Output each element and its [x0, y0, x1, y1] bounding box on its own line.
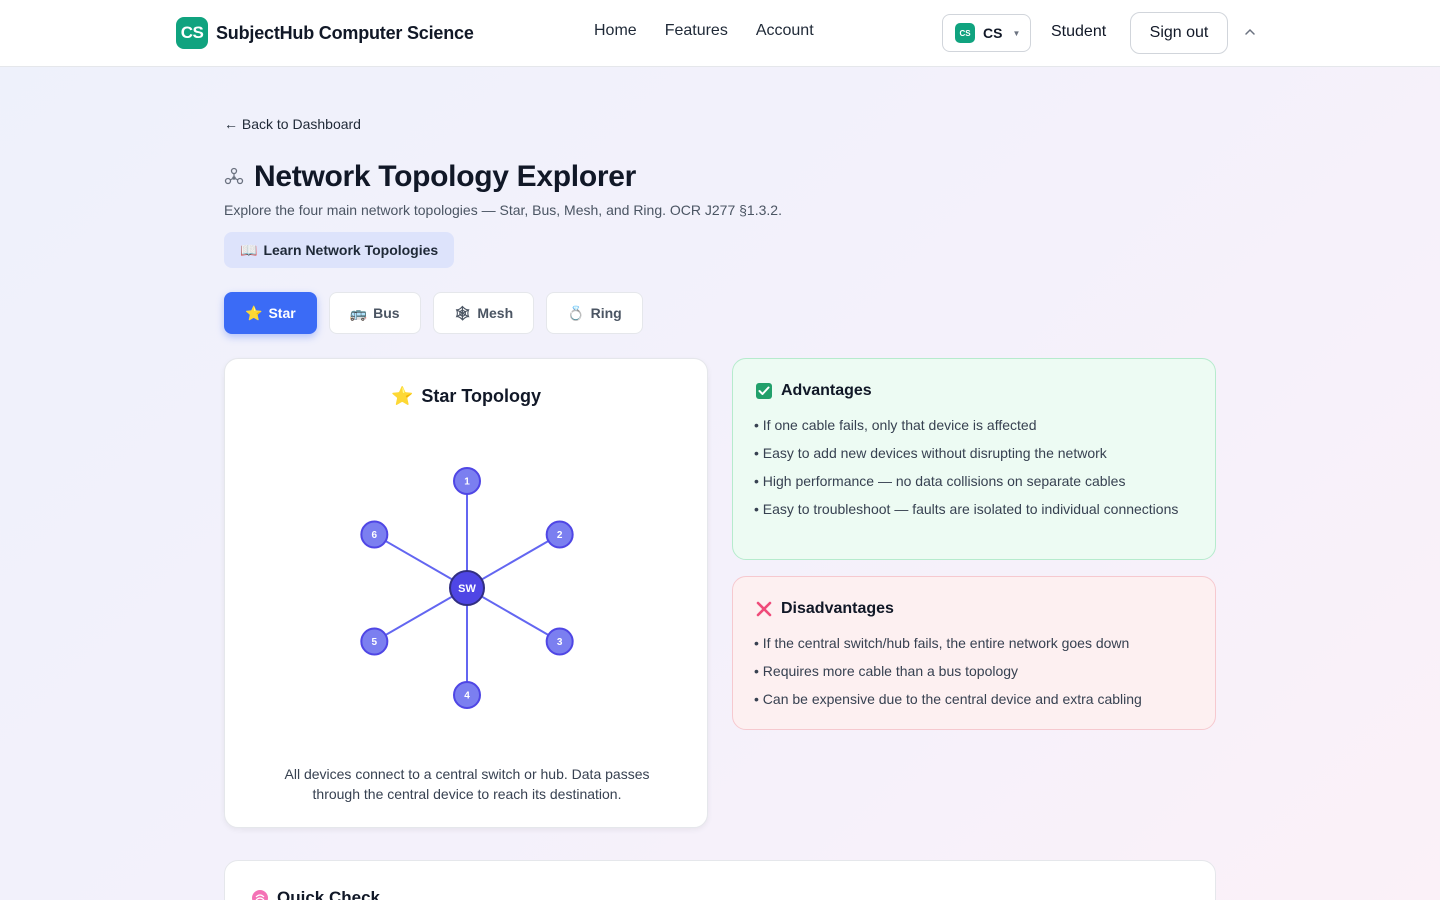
page-title: Network Topology Explorer [254, 160, 636, 193]
learn-topologies-button[interactable]: 📖 Learn Network Topologies [224, 232, 455, 268]
tab-mesh-label: Mesh [477, 305, 514, 321]
web-icon: 🕸 [453, 304, 472, 321]
device-node-label: 4 [464, 691, 470, 702]
tab-star[interactable]: ⭐ Star [224, 292, 317, 334]
list-item: • Easy to troubleshoot — faults are isol… [754, 501, 1179, 517]
disadvantages-title: Disadvantages [781, 600, 894, 617]
device-node-label: 1 [464, 477, 470, 488]
bus-icon: 🚌 [349, 304, 368, 321]
list-item: • If the central switch/hub fails, the e… [754, 635, 1130, 651]
device-node-label: 5 [372, 637, 378, 648]
quick-check-card: Quick Check [224, 860, 1216, 900]
device-node-label: 2 [557, 530, 563, 541]
subject-value: CS [983, 25, 1003, 41]
advantages-card: Advantages • If one cable fails, only th… [732, 358, 1216, 560]
tab-bus-label: Bus [373, 305, 400, 321]
tab-mesh[interactable]: 🕸 Mesh [432, 292, 535, 334]
device-node-label: 3 [557, 637, 563, 648]
topology-diagram-card: 1 2 3 4 5 6 SW ⭐ Star Topology All devices con… [224, 358, 708, 828]
list-item: • If one cable fails, only that device i… [754, 417, 1037, 433]
check-box-icon [756, 383, 772, 399]
page-subtitle: Explore the four main network topologies… [224, 202, 782, 218]
sign-out-button[interactable]: Sign out [1130, 12, 1228, 54]
ring-icon: 💍 [567, 304, 585, 321]
star-topology-diagram: 1 2 3 4 5 6 SW [360, 467, 574, 709]
star-icon: ⭐ [245, 304, 263, 321]
diagram-title: ⭐ Star Topology [225, 386, 707, 407]
subject-select[interactable]: CS CS ▼ [942, 14, 1031, 52]
learn-topologies-label: Learn Network Topologies [263, 242, 439, 258]
nav-features[interactable]: Features [665, 22, 728, 40]
tab-ring[interactable]: 💍 Ring [546, 292, 643, 334]
caret-down-icon: ▼ [1012, 28, 1021, 38]
main-nav: Home Features Account [594, 22, 814, 40]
list-item: • High performance — no data collisions … [754, 473, 1126, 489]
device-node-label: 6 [372, 530, 378, 541]
tab-bus[interactable]: 🚌 Bus [328, 292, 421, 334]
user-role: Student [1051, 23, 1107, 40]
quick-check-heading: Quick Check [251, 888, 380, 900]
back-to-dashboard-link[interactable]: ← Back to Dashboard [224, 116, 361, 132]
page-title-row: Network Topology Explorer [224, 160, 636, 194]
book-icon: 📖 [240, 241, 258, 258]
tab-ring-label: Ring [590, 305, 622, 321]
list-item: • Can be expensive due to the central de… [754, 691, 1142, 707]
disadvantages-card: Disadvantages • If the central switch/hu… [732, 576, 1216, 730]
diagram-title-label: Star Topology [421, 386, 542, 406]
chevron-up-icon[interactable] [1243, 25, 1257, 39]
network-icon [224, 167, 244, 185]
disadvantages-heading: Disadvantages [755, 600, 894, 618]
cross-icon [756, 601, 772, 617]
nav-home[interactable]: Home [594, 22, 637, 40]
top-navbar: CS SubjectHub Computer Science Home Feat… [0, 0, 1440, 67]
brand-name: SubjectHub Computer Science [216, 22, 474, 43]
quick-check-title: Quick Check [277, 888, 380, 900]
tab-star-label: Star [268, 305, 296, 321]
brand-logo: CS [176, 17, 208, 49]
diagram-description: All devices connect to a central switch … [284, 766, 650, 802]
star-icon: ⭐ [390, 386, 414, 406]
brain-icon [252, 890, 268, 900]
advantages-title: Advantages [781, 382, 872, 399]
topology-tabs: ⭐ Star 🚌 Bus 🕸 Mesh 💍 Ring [224, 292, 643, 334]
switch-hub-label: SW [458, 583, 476, 595]
list-item: • Easy to add new devices without disrup… [754, 445, 1107, 461]
list-item: • Requires more cable than a bus topolog… [754, 663, 1019, 679]
advantages-list: • If one cable fails, only that device i… [754, 415, 1194, 527]
nav-account[interactable]: Account [756, 22, 814, 40]
subject-badge: CS [955, 23, 975, 43]
disadvantages-list: • If the central switch/hub fails, the e… [754, 633, 1194, 717]
advantages-heading: Advantages [755, 382, 872, 400]
brand[interactable]: CS SubjectHub Computer Science [176, 17, 474, 49]
